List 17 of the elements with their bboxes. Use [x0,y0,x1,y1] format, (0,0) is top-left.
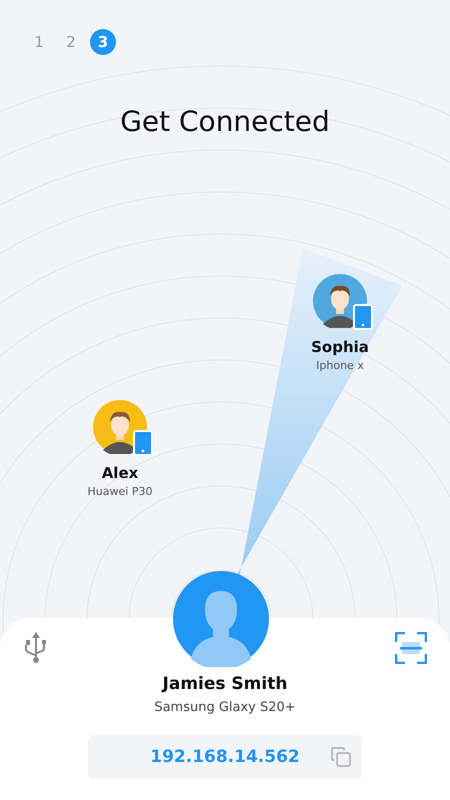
peer-device: Iphone x [316,359,364,372]
step-indicator[interactable]: 1 [26,29,52,55]
peer-device: Huawei P30 [88,485,152,498]
copy-icon[interactable] [330,746,352,768]
address-field[interactable]: 192.168.14.562 [88,735,362,779]
tablet-icon [133,430,153,456]
user-device: Samsung Glaxy S20+ [154,700,296,715]
step-indicator[interactable]: 3 [90,29,116,55]
peer-name: Sophia [311,338,369,356]
page-title: Get Connected [119,105,331,138]
tablet-icon [353,304,373,330]
step-indicator[interactable]: 2 [58,29,84,55]
usb-icon[interactable] [25,632,47,664]
scan-icon[interactable] [395,632,427,664]
user-avatar-icon [173,571,269,667]
user-name: Jamies Smith [162,674,288,694]
peer-name: Alex [102,464,138,482]
